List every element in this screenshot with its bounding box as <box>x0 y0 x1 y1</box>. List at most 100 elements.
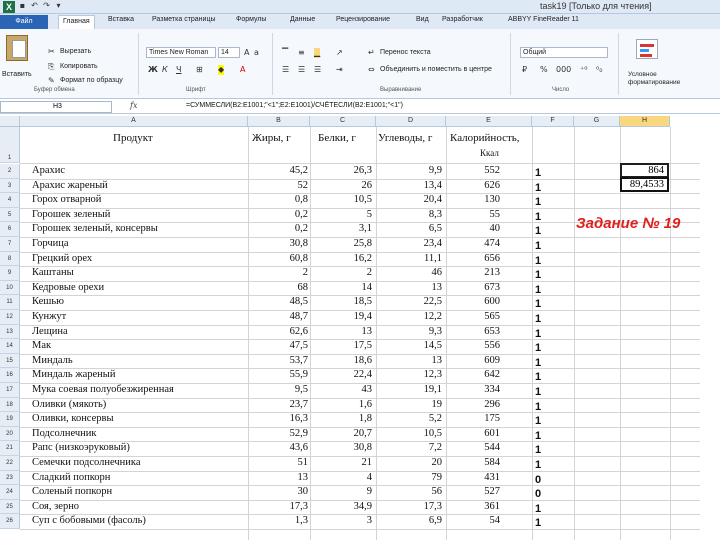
cell-fats[interactable]: 13 <box>248 471 309 485</box>
cell-proteins[interactable]: 9 <box>310 485 372 499</box>
cell-proteins[interactable]: 22,4 <box>310 368 372 382</box>
cell-fats[interactable]: 2 <box>248 266 308 280</box>
cell-fats[interactable]: 62,6 <box>248 325 308 339</box>
row-header[interactable]: 19 <box>0 412 20 427</box>
paste-button[interactable]: Вставить <box>2 71 32 78</box>
cell-product[interactable]: Оливки (мякоть) <box>32 398 246 412</box>
align-right-icon[interactable]: ☰ <box>314 65 321 75</box>
cell-fats[interactable]: 53,7 <box>248 354 308 368</box>
excel-icon[interactable]: X <box>3 1 15 13</box>
cell-product[interactable]: Сладкий попкорн <box>32 471 246 485</box>
cell-carbs[interactable]: 8,3 <box>376 208 442 222</box>
cell-fats[interactable]: 17,3 <box>248 500 308 514</box>
cell-proteins[interactable]: 5 <box>310 208 372 222</box>
font-size-select[interactable]: 14 <box>218 47 240 58</box>
undo-icon[interactable]: ↶ <box>30 1 39 11</box>
cell-proteins[interactable]: 19,4 <box>310 310 372 324</box>
cell-product[interactable]: Грецкий орех <box>32 252 246 266</box>
tab-view[interactable]: Вид <box>416 16 429 23</box>
cell-calories[interactable]: 600 <box>446 295 500 309</box>
cell-fats[interactable]: 48,5 <box>248 295 308 309</box>
cell-proteins[interactable]: 18,6 <box>310 354 372 368</box>
column-header-h[interactable]: H <box>620 116 670 127</box>
cell-product[interactable]: Лещина <box>32 325 246 339</box>
cell-fats[interactable]: 0,8 <box>248 193 308 207</box>
cell-calories[interactable]: 334 <box>446 383 500 397</box>
cell-calories[interactable]: 601 <box>446 427 500 441</box>
cell-product[interactable]: Горох отварной <box>32 193 246 207</box>
borders-icon[interactable]: ⊞ <box>196 65 203 75</box>
tab-formulas[interactable]: Формулы <box>236 16 266 23</box>
insert-function-button[interactable]: fx <box>130 101 137 110</box>
formula-input[interactable]: =СУММЕСЛИ(B2:E1001;"<1";E2:E1001)/СЧЁТЕС… <box>186 102 403 109</box>
row-header[interactable]: 10 <box>0 280 20 296</box>
cell-fats[interactable]: 23,7 <box>248 398 308 412</box>
cell-carbs[interactable]: 14,5 <box>376 339 442 353</box>
row-header[interactable]: 25 <box>0 499 20 515</box>
row-header[interactable]: 17 <box>0 383 20 398</box>
cell-calories[interactable]: 55 <box>446 208 501 222</box>
grow-font-icon[interactable]: A <box>244 48 249 58</box>
align-middle-icon[interactable]: ≡ <box>298 48 305 58</box>
orientation-icon[interactable]: ↗ <box>336 48 343 58</box>
cell-product[interactable]: Арахис <box>32 164 246 178</box>
cell-fats[interactable]: 1,3 <box>248 514 308 528</box>
cell-proteins[interactable]: 20,7 <box>310 427 372 441</box>
cell-h3-result[interactable]: 89,4533 <box>620 177 669 192</box>
cell-product[interactable]: Семечки подсолнечника <box>32 456 246 470</box>
merge-center-button[interactable]: Объединить и поместить в центре <box>380 66 492 73</box>
cell-fats[interactable]: 0,2 <box>248 222 308 236</box>
row-header[interactable]: 13 <box>0 324 20 340</box>
cell-carbs[interactable]: 19,1 <box>376 383 442 397</box>
tab-developer[interactable]: Разработчик <box>442 16 483 23</box>
row-header[interactable]: 24 <box>0 485 20 500</box>
cell-carbs[interactable]: 5,2 <box>376 412 442 426</box>
row-header[interactable]: 3 <box>0 178 20 194</box>
tab-file[interactable]: Файл <box>0 15 48 29</box>
cell-calories[interactable]: 552 <box>446 164 500 178</box>
cell-calories[interactable]: 653 <box>446 325 500 339</box>
row-header[interactable]: 7 <box>0 237 20 252</box>
cell-calories[interactable]: 584 <box>446 456 500 470</box>
cell-product[interactable]: Мука соевая полуобезжиренная <box>32 383 246 397</box>
tab-page-layout[interactable]: Разметка страницы <box>152 16 216 23</box>
cell-proteins[interactable]: 14 <box>310 281 373 295</box>
column-header-f[interactable]: F <box>532 116 574 127</box>
cell-fats[interactable]: 30,8 <box>248 237 308 251</box>
column-header-b[interactable]: B <box>248 116 310 127</box>
cell-proteins[interactable]: 1,8 <box>310 412 372 426</box>
row-header[interactable]: 6 <box>0 222 20 237</box>
column-header-g[interactable]: G <box>574 116 620 127</box>
wrap-text-button[interactable]: Перенос текста <box>380 49 431 56</box>
cell-product[interactable]: Горошек зеленый, консервы <box>32 222 246 236</box>
name-box[interactable]: H3 <box>0 101 112 113</box>
font-family-select[interactable]: Times New Roman <box>146 47 216 58</box>
cell-proteins[interactable]: 10,5 <box>310 193 372 207</box>
cell-fats[interactable]: 55,9 <box>248 368 308 382</box>
row-header[interactable]: 5 <box>0 207 20 223</box>
cell-carbs[interactable]: 13,4 <box>376 179 442 193</box>
cell-calories[interactable]: 213 <box>446 266 500 280</box>
cell-product[interactable]: Арахис жареный <box>32 179 246 193</box>
cell-product[interactable]: Миндаль <box>32 354 246 368</box>
cell-calories[interactable]: 175 <box>446 412 500 426</box>
cell-h2-result[interactable]: 864 <box>620 163 669 178</box>
cell-product[interactable]: Рапс (низкоэруковый) <box>32 441 246 455</box>
cell-product[interactable]: Кунжут <box>32 310 246 324</box>
cell-fats[interactable]: 43,6 <box>248 441 308 455</box>
row-header[interactable]: 2 <box>0 164 20 179</box>
cell-carbs[interactable]: 17,3 <box>376 500 442 514</box>
cell-calories[interactable]: 609 <box>446 354 500 368</box>
align-center-icon[interactable]: ☰ <box>298 65 305 75</box>
cell-product[interactable]: Горошек зеленый <box>32 208 246 222</box>
column-header-d[interactable]: D <box>376 116 446 127</box>
save-icon[interactable]: ▪ <box>18 1 27 11</box>
cell-fats[interactable]: 51 <box>248 456 309 470</box>
tab-data[interactable]: Данные <box>290 16 315 23</box>
cell-product[interactable]: Каштаны <box>32 266 246 280</box>
row-header[interactable]: 8 <box>0 251 20 267</box>
cell-fats[interactable]: 48,7 <box>248 310 308 324</box>
cell-calories[interactable]: 296 <box>446 398 500 412</box>
cell-calories[interactable]: 130 <box>446 193 500 207</box>
cell-proteins[interactable]: 21 <box>310 456 373 470</box>
